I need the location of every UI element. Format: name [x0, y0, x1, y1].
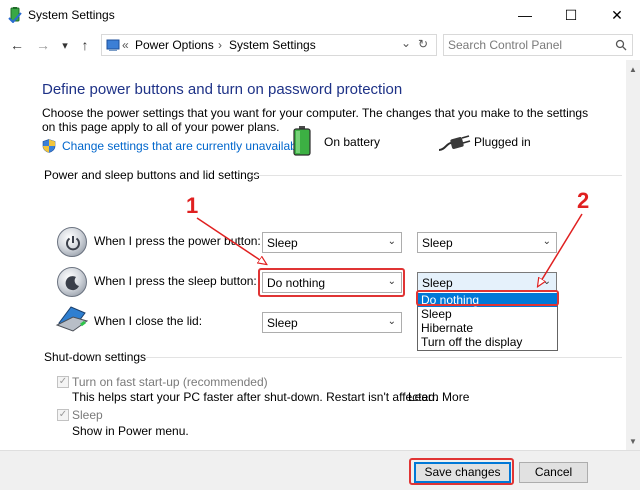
annotation-arrows — [196, 213, 583, 490]
highlight-box-save — [409, 458, 514, 485]
arrow-1 — [196, 217, 266, 264]
cancel-button[interactable]: Cancel — [519, 462, 588, 483]
footer-bar: Save changes Cancel — [0, 450, 640, 490]
arrow-2 — [538, 213, 583, 286]
